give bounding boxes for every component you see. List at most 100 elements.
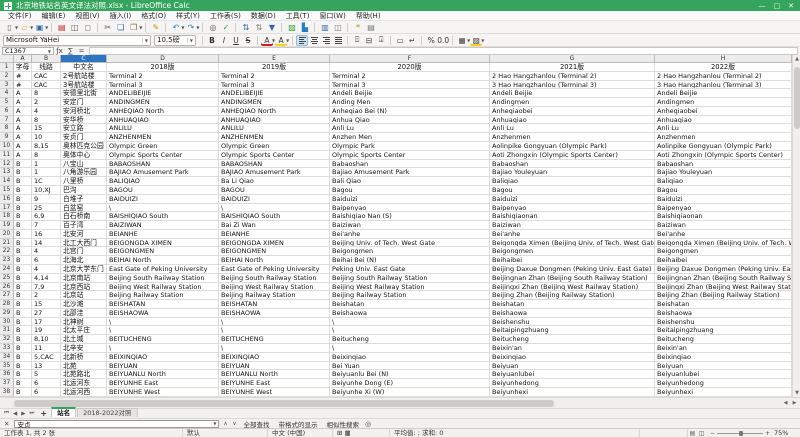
cell-G10[interactable]: Aolinpike Gongyuan (Olympic Park): [490, 142, 655, 151]
cell-F23[interactable]: Beihai Bei (N): [330, 256, 490, 265]
cell-C27[interactable]: 北京站: [61, 291, 107, 300]
cell-B14[interactable]: 1C: [32, 177, 61, 186]
cell-C23[interactable]: 北海北: [61, 256, 107, 265]
cell-C20[interactable]: 北安河: [61, 230, 107, 239]
cell-C31[interactable]: 北太平庄: [61, 326, 107, 335]
cell-D30[interactable]: \: [107, 318, 219, 327]
cell-C22[interactable]: 北宫门: [61, 247, 107, 256]
cell-D21[interactable]: BEIGONGDA XIMEN: [107, 239, 219, 248]
export-pdf-icon[interactable]: ▤: [55, 22, 68, 33]
menu-item-工作表[interactable]: 工作表(S): [205, 11, 246, 21]
cell-G14[interactable]: Baliqiao: [490, 177, 655, 186]
cell-A26[interactable]: B: [14, 283, 32, 292]
cell-A28[interactable]: B: [14, 300, 32, 309]
cell-F10[interactable]: Olympic Park: [330, 142, 490, 151]
cell-E7[interactable]: ANHUAQIAO: [219, 116, 330, 125]
paste-icon[interactable]: ❐: [127, 22, 140, 33]
horizontal-scroll-thumb[interactable]: [14, 400, 554, 407]
cell-E13[interactable]: BAJIAO Amusement Park: [219, 168, 330, 177]
cell-G27[interactable]: Beijing Zhan (Beijing Railway Station): [490, 291, 655, 300]
row-header-15[interactable]: 15: [0, 186, 14, 195]
row-header-14[interactable]: 14: [0, 177, 14, 186]
cell-B2[interactable]: CAC: [32, 72, 61, 81]
cell-D18[interactable]: BAISHIQIAO South: [107, 212, 219, 221]
sheet-tab-站名[interactable]: 站名: [51, 407, 76, 417]
cell-D19[interactable]: BAIZIWAN: [107, 221, 219, 230]
menu-item-视图[interactable]: 视图(V): [70, 11, 104, 21]
cell-C34[interactable]: 北新桥: [61, 353, 107, 362]
cell-E5[interactable]: ANDINGMEN: [219, 98, 330, 107]
cell-F3[interactable]: Terminal 3: [330, 81, 490, 90]
cell-C8[interactable]: 安立路: [61, 124, 107, 133]
row-header-6[interactable]: 6: [0, 107, 14, 116]
cell-B36[interactable]: 5: [32, 370, 61, 379]
cell-E11[interactable]: Olympic Sports Center: [219, 151, 330, 160]
cell-C1[interactable]: 中文名: [61, 63, 107, 72]
cell-H7[interactable]: Anhuaqiao: [655, 116, 792, 125]
cell-B37[interactable]: 6: [32, 379, 61, 388]
cell-E25[interactable]: Beijing South Railway Station: [219, 274, 330, 283]
save-icon[interactable]: ▣: [33, 22, 46, 33]
cell-A3[interactable]: #: [14, 81, 32, 90]
wrap-text-button[interactable]: ↵: [406, 35, 418, 46]
cell-D27[interactable]: Beijing Railway Station: [107, 291, 219, 300]
menu-item-样式[interactable]: 样式(Y): [171, 11, 205, 21]
cell-G25[interactable]: Beijingnan Zhan (Beijing South Railway S…: [490, 274, 655, 283]
cell-E14[interactable]: Ba Li Qiao: [219, 177, 330, 186]
cell-E21[interactable]: BEIGONGDA XIMEN: [219, 239, 330, 248]
cell-E16[interactable]: BAIDUIZI: [219, 195, 330, 204]
row-header-19[interactable]: 19: [0, 221, 14, 230]
cell-B9[interactable]: 10: [32, 133, 61, 142]
row-header-12[interactable]: 12: [0, 160, 14, 169]
cell-B35[interactable]: 13: [32, 362, 61, 371]
cell-G4[interactable]: Andeli Beijie: [490, 89, 655, 98]
cell-H25[interactable]: Beijingnan Zhan (Beijing South Railway S…: [655, 274, 792, 283]
cell-E12[interactable]: BABAOSHAN: [219, 160, 330, 169]
align-top-button[interactable]: ⍐: [351, 35, 363, 46]
cell-G23[interactable]: Beihaibei: [490, 256, 655, 265]
cell-H6[interactable]: Anheqiaobei: [655, 107, 792, 116]
cell-B23[interactable]: 6: [32, 256, 61, 265]
cell-G22[interactable]: Beigongmen: [490, 247, 655, 256]
undo-icon[interactable]: ↶: [169, 22, 182, 33]
cell-D38[interactable]: BEIYUNHE West: [107, 388, 219, 397]
cell-H8[interactable]: Anli Lu: [655, 124, 792, 133]
cell-D35[interactable]: BEIYUAN: [107, 362, 219, 371]
row-header-35[interactable]: 35: [0, 362, 14, 371]
insert-chart-icon[interactable]: ▙: [298, 22, 311, 33]
menu-item-编辑[interactable]: 编辑(E): [37, 11, 71, 21]
maximize-button[interactable]: □: [774, 2, 781, 10]
view-normal-icon[interactable]: ▤: [688, 430, 697, 437]
cell-H10[interactable]: Aolinpike Gongyuan (Olympic Park): [655, 142, 792, 151]
cell-G7[interactable]: Anhuaqiao: [490, 116, 655, 125]
selection-mode-status[interactable]: ⊞ ▦: [333, 429, 390, 437]
row-header-3[interactable]: 3: [0, 81, 14, 90]
font-size-combo[interactable]: 10.5磅 ▼: [154, 35, 196, 46]
cell-H12[interactable]: Babaoshan: [655, 160, 792, 169]
cell-C6[interactable]: 安河桥北: [61, 107, 107, 116]
cell-C24[interactable]: 北京大学东门: [61, 265, 107, 274]
cell-F31[interactable]: \: [330, 326, 490, 335]
cell-E3[interactable]: Terminal 3: [219, 81, 330, 90]
cell-D26[interactable]: Beijing West Railway Station: [107, 283, 219, 292]
cell-G29[interactable]: Beishaowa: [490, 309, 655, 318]
cell-C2[interactable]: 2号航站楼: [61, 72, 107, 81]
cell-G8[interactable]: Anli Lu: [490, 124, 655, 133]
find-all-button[interactable]: 全部查找: [241, 419, 273, 429]
cell-H36[interactable]: Beiyuanlubei: [655, 370, 792, 379]
cell-C9[interactable]: 安贞门: [61, 133, 107, 142]
cell-F9[interactable]: Anzhen Men: [330, 133, 490, 142]
redo-icon[interactable]: ↷: [184, 22, 197, 33]
menu-item-文件[interactable]: 文件(F): [3, 11, 37, 21]
sort-ascending-icon[interactable]: ⇅: [239, 22, 252, 33]
cell-E28[interactable]: BEISHATAN: [219, 300, 330, 309]
column-header-C[interactable]: C: [61, 55, 107, 63]
cell-G15[interactable]: Bagou: [490, 186, 655, 195]
strikethrough-button[interactable]: S: [242, 35, 254, 46]
cell-F16[interactable]: Baiduizi: [330, 195, 490, 204]
row-header-24[interactable]: 24: [0, 265, 14, 274]
menu-item-工具[interactable]: 工具(T): [281, 11, 315, 21]
close-find-icon[interactable]: ✕: [2, 420, 11, 428]
cell-F24[interactable]: Peking Univ. East Gate: [330, 265, 490, 274]
row-header-27[interactable]: 27: [0, 291, 14, 300]
